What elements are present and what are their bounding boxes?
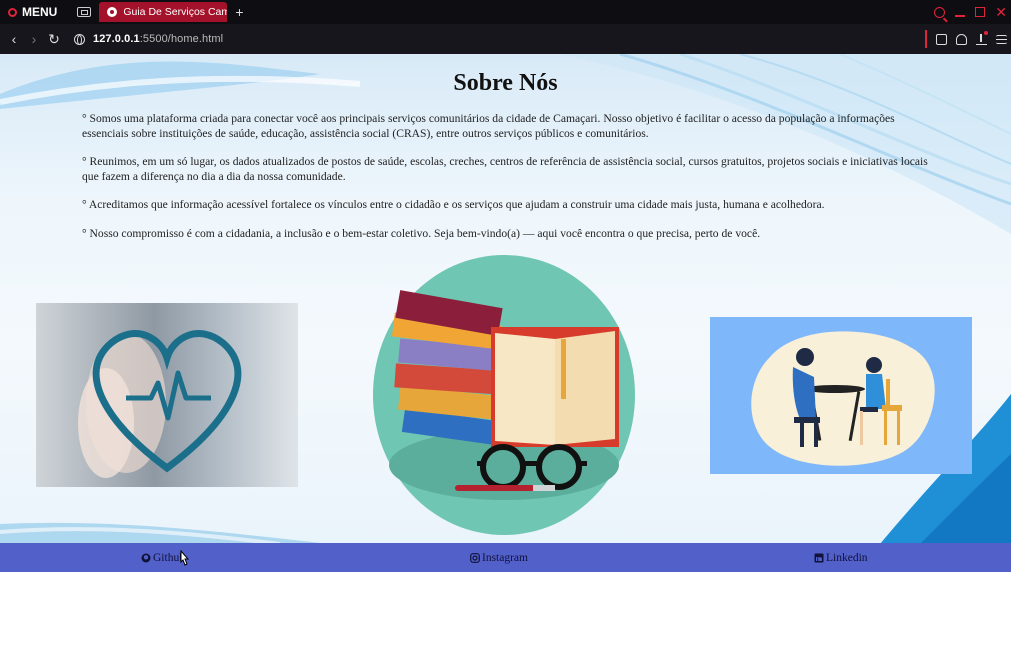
maximize-icon[interactable] [975, 7, 986, 17]
easy-setup-icon[interactable] [996, 34, 1007, 44]
linkedin-link[interactable]: Linkedin [814, 543, 868, 572]
instagram-link[interactable]: Instagram [470, 543, 528, 572]
browser-address-bar: ‹ › ↻ 127.0.0.1:5500/home.html [0, 24, 1011, 54]
instagram-icon [470, 552, 480, 563]
window-controls: ✕ [934, 0, 1007, 24]
browser-menu-button[interactable]: MENU [0, 0, 67, 24]
minimize-icon[interactable] [955, 15, 966, 17]
about-paragraph: ° Nosso compromisso é com a cidadania, a… [82, 226, 761, 240]
health-image [36, 303, 298, 487]
browser-tab-active[interactable]: Guia De Serviços Camaça [99, 2, 228, 22]
toolbar-divider [925, 30, 927, 48]
search-icon[interactable] [934, 6, 946, 18]
forward-icon[interactable]: › [28, 31, 40, 47]
close-icon[interactable]: ✕ [995, 5, 1007, 19]
back-icon[interactable]: ‹ [8, 31, 20, 47]
linkedin-icon [814, 553, 824, 562]
mouse-cursor-icon [180, 550, 190, 566]
tab-title: Guia De Serviços Camaça [123, 6, 228, 18]
about-paragraph: ° Reunimos, em um só lugar, os dados atu… [82, 155, 928, 183]
toolbar-right [925, 24, 1007, 54]
profile-icon[interactable] [956, 33, 967, 45]
footer: Github Instagram Linkedin [0, 543, 1011, 572]
url-field[interactable]: 127.0.0.1:5500/home.html [93, 33, 223, 45]
reload-icon[interactable]: ↻ [48, 31, 60, 48]
github-icon [141, 553, 151, 562]
tab-favicon-icon [107, 7, 118, 17]
people-image [710, 317, 972, 474]
url-path: :5500/home.html [139, 33, 224, 45]
books-image [373, 255, 635, 535]
page-content: Sobre Nós ° Somos uma plataforma criada … [0, 54, 1011, 544]
url-host: 127.0.0.1 [93, 33, 140, 45]
globe-icon [74, 33, 85, 45]
tab-island-icon[interactable] [77, 7, 92, 17]
new-tab-button[interactable]: + [235, 4, 243, 20]
about-text: ° Somos uma plataforma criada para conec… [82, 112, 932, 255]
page-title: Sobre Nós [453, 70, 558, 96]
opera-logo-icon [8, 7, 17, 17]
download-icon[interactable] [976, 30, 988, 45]
browser-menu-label: MENU [22, 5, 58, 19]
instagram-link-label: Instagram [482, 551, 528, 564]
linkedin-link-label: Linkedin [826, 551, 868, 564]
about-paragraph: ° Somos uma plataforma criada para conec… [82, 112, 895, 140]
browser-tab-bar: MENU Guia De Serviços Camaça + ✕ [0, 0, 1011, 24]
about-paragraph: ° Acreditamos que informação acessível f… [82, 198, 825, 211]
extensions-icon[interactable] [936, 33, 947, 45]
